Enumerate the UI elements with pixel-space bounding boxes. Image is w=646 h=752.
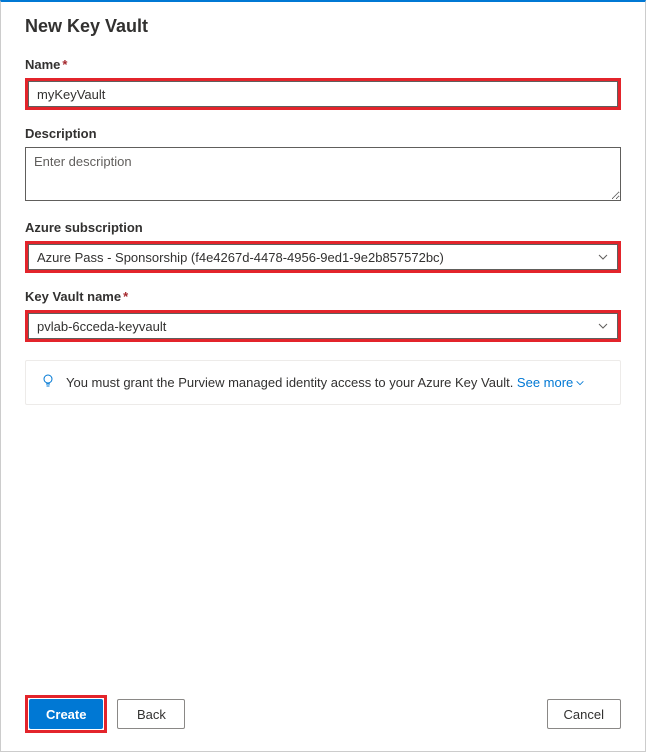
subscription-label: Azure subscription: [25, 220, 621, 235]
keyvault-selected-text: pvlab-6cceda-keyvault: [37, 319, 166, 334]
cancel-button[interactable]: Cancel: [547, 699, 621, 729]
info-text-content: You must grant the Purview managed ident…: [66, 375, 517, 390]
required-indicator: *: [62, 57, 67, 72]
new-key-vault-panel: New Key Vault Name* Description Azure su…: [1, 2, 645, 405]
create-highlight: Create: [25, 695, 107, 733]
name-label: Name*: [25, 57, 621, 72]
description-label: Description: [25, 126, 621, 141]
chevron-down-icon: [597, 320, 609, 332]
subscription-field-group: Azure subscription Azure Pass - Sponsors…: [25, 220, 621, 273]
chevron-down-icon: [597, 251, 609, 263]
required-indicator: *: [123, 289, 128, 304]
dialog-footer: Create Back Cancel: [1, 681, 645, 751]
lightbulb-icon: [40, 373, 56, 392]
subscription-selected-text: Azure Pass - Sponsorship (f4e4267d-4478-…: [37, 250, 444, 265]
chevron-down-icon: [575, 378, 585, 388]
info-message: You must grant the Purview managed ident…: [25, 360, 621, 405]
footer-right-buttons: Cancel: [547, 699, 621, 729]
back-button[interactable]: Back: [117, 699, 185, 729]
subscription-highlight: Azure Pass - Sponsorship (f4e4267d-4478-…: [25, 241, 621, 273]
name-label-text: Name: [25, 57, 60, 72]
see-more-link[interactable]: See more: [517, 375, 585, 390]
dialog-title: New Key Vault: [25, 16, 621, 37]
subscription-select[interactable]: Azure Pass - Sponsorship (f4e4267d-4478-…: [28, 244, 618, 270]
name-highlight: [25, 78, 621, 110]
create-button[interactable]: Create: [29, 699, 103, 729]
keyvault-label-text: Key Vault name: [25, 289, 121, 304]
see-more-text: See more: [517, 375, 573, 390]
footer-left-buttons: Create Back: [25, 695, 185, 733]
keyvault-highlight: pvlab-6cceda-keyvault: [25, 310, 621, 342]
description-field-group: Description: [25, 126, 621, 204]
keyvault-select[interactable]: pvlab-6cceda-keyvault: [28, 313, 618, 339]
description-input[interactable]: [25, 147, 621, 201]
keyvault-field-group: Key Vault name* pvlab-6cceda-keyvault: [25, 289, 621, 342]
name-input[interactable]: [28, 81, 618, 107]
info-text: You must grant the Purview managed ident…: [66, 375, 585, 390]
name-field-group: Name*: [25, 57, 621, 110]
keyvault-label: Key Vault name*: [25, 289, 621, 304]
